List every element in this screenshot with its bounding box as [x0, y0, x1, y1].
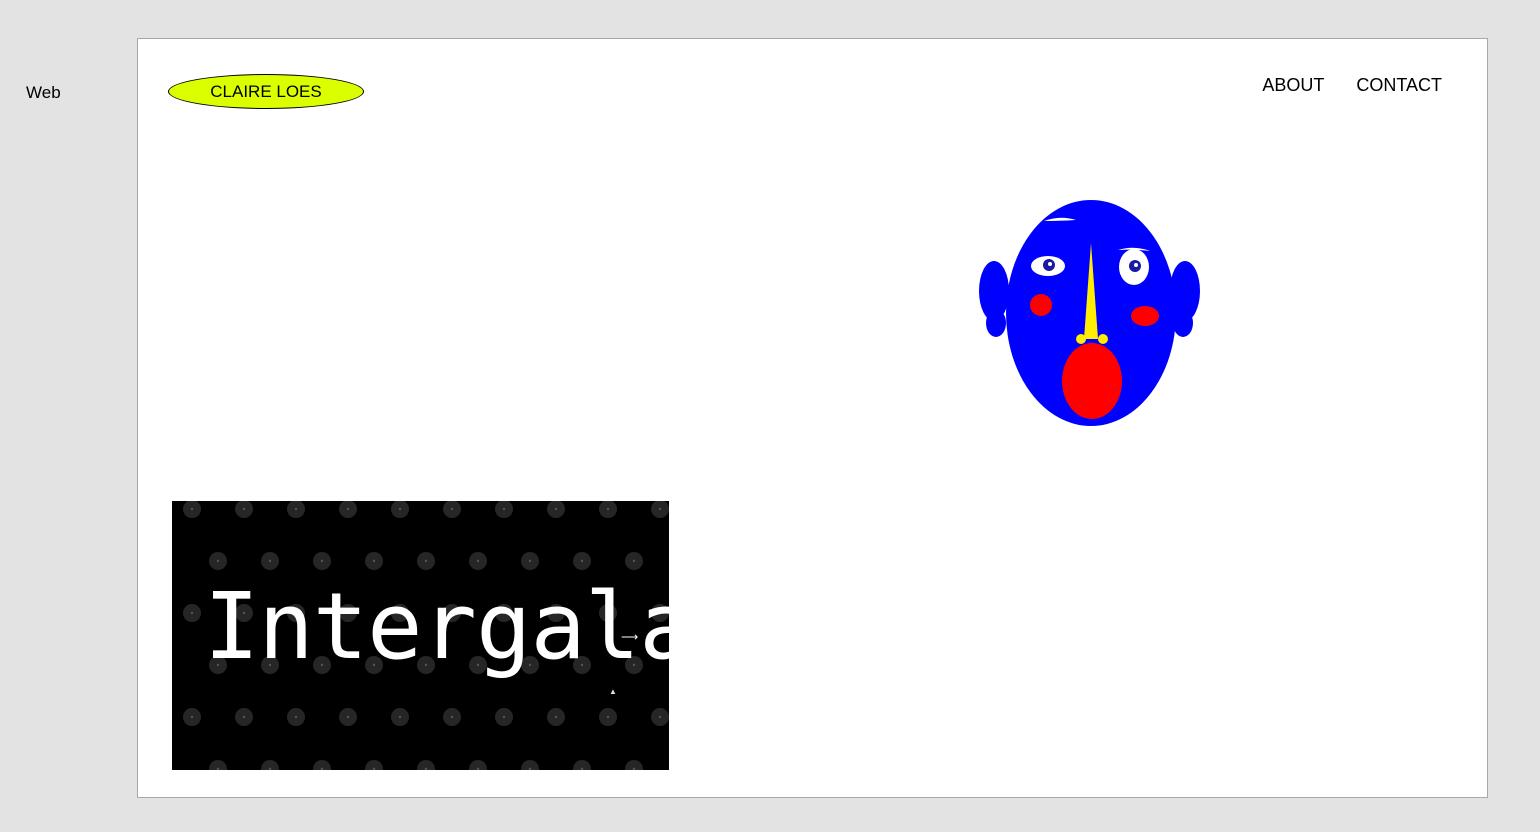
dot-core	[450, 715, 454, 719]
website-preview-frame: CLAIRE LOES ABOUT CONTACT Intergal ⟶ ▲	[137, 38, 1488, 798]
dot-core	[268, 559, 272, 563]
horizontal-arrow-icon: ⟶	[621, 630, 639, 644]
mouse-cursor-icon: ▲	[609, 687, 617, 696]
project-tile-intergalactic[interactable]: Intergalactic ⟶ ▲	[172, 501, 669, 770]
dot-core	[502, 507, 506, 511]
dot-core	[632, 559, 636, 563]
dot-core	[294, 715, 298, 719]
dot-core	[502, 715, 506, 719]
dot-core	[190, 611, 194, 615]
dot-core	[216, 559, 220, 563]
nav-about-link[interactable]: ABOUT	[1262, 75, 1324, 96]
face-illustration	[978, 199, 1208, 436]
dot-core	[372, 559, 376, 563]
dot-core	[190, 507, 194, 511]
dot-core	[320, 559, 324, 563]
dot-core	[190, 715, 194, 719]
dot-core	[606, 507, 610, 511]
dot-core	[346, 715, 350, 719]
dot-core	[294, 507, 298, 511]
dot-core	[658, 507, 662, 511]
dot-core	[450, 507, 454, 511]
project-title: Intergalactic	[204, 573, 669, 680]
dot-core	[554, 507, 558, 511]
face-icon	[979, 200, 1200, 426]
dot-core	[528, 559, 532, 563]
main-nav: ABOUT CONTACT	[1262, 75, 1442, 96]
dot-core	[398, 715, 402, 719]
dot-core	[658, 715, 662, 719]
dot-core	[242, 715, 246, 719]
dot-core	[606, 715, 610, 719]
dot-core	[398, 507, 402, 511]
dot-core	[554, 715, 558, 719]
dot-core	[346, 507, 350, 511]
dot-core	[476, 559, 480, 563]
dot-core	[580, 559, 584, 563]
dot-core	[424, 559, 428, 563]
sidebar-label: Web	[26, 83, 61, 102]
logo-button[interactable]: CLAIRE LOES	[168, 74, 364, 109]
nav-contact-link[interactable]: CONTACT	[1356, 75, 1442, 96]
dot-core	[242, 507, 246, 511]
